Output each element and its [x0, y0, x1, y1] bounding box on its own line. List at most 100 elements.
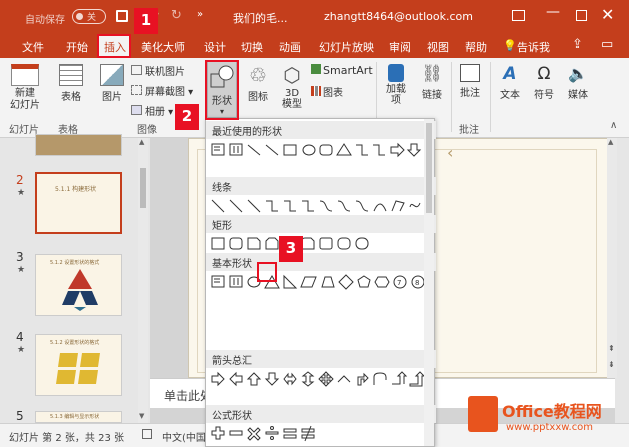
tab-beautify[interactable]: 美化大师 — [141, 39, 185, 55]
star-icon: ★ — [17, 345, 26, 355]
star-icon: ★ — [17, 265, 26, 275]
snip-single-corner-rect-shape — [247, 237, 261, 250]
editor-scrollbar[interactable]: ▲ ⇞ ⇟ — [607, 138, 617, 378]
online-image-icon — [131, 65, 142, 75]
scroll-up-icon[interactable]: ▲ — [139, 138, 144, 146]
table-button[interactable]: 表格 — [56, 64, 86, 103]
redo-icon[interactable]: ↻ — [171, 8, 182, 23]
autosave-label: 自动保存 — [25, 15, 65, 26]
left-up-arrow-shape — [392, 371, 408, 385]
rounded-rect-shape — [319, 144, 333, 156]
tab-view[interactable]: 视图 — [427, 39, 449, 55]
tab-design[interactable]: 设计 — [204, 39, 226, 55]
scroll-thumb[interactable] — [426, 123, 432, 213]
maximize-icon[interactable] — [576, 10, 587, 21]
link-button[interactable]: ⛓ 链接 — [418, 64, 446, 101]
share-icon[interactable]: ⇪ — [572, 37, 583, 52]
screenshot-label: 屏幕截图 — [145, 87, 185, 98]
close-icon[interactable]: ✕ — [601, 5, 614, 24]
addins-button[interactable]: 加载 项 — [382, 64, 410, 106]
collapse-ribbon-icon[interactable]: ∧ — [610, 120, 617, 131]
slide-thumbnail-2[interactable]: 5.1.1 构建形状 — [35, 172, 122, 234]
tab-help[interactable]: 帮助 — [465, 39, 487, 55]
document-title: 我们的毛... — [233, 12, 288, 25]
icons-button[interactable]: ♲ 图标 — [244, 64, 272, 103]
gallery-category-lines: 线条 — [206, 177, 436, 195]
gallery-category-rectangles: 矩形 — [206, 215, 436, 233]
save-icon[interactable] — [116, 10, 128, 22]
octagon-shape: 8 — [411, 275, 425, 289]
round-diagonal-rect-shape — [355, 237, 369, 250]
shapes-gallery: 最近使用的形状 { } 线条 矩形 — [205, 118, 436, 447]
scroll-up-icon[interactable]: ▲ — [608, 138, 613, 146]
chart-icon — [311, 86, 321, 96]
tab-review[interactable]: 审阅 — [389, 39, 411, 55]
tab-file[interactable]: 文件 — [22, 39, 44, 55]
minimize-icon[interactable]: — — [546, 4, 560, 20]
tab-animations[interactable]: 动画 — [279, 39, 301, 55]
image-button[interactable]: 图片 — [98, 64, 126, 103]
curved-double-arrow-shape — [355, 200, 369, 212]
album-icon — [131, 105, 142, 115]
quad-arrow-shape — [318, 371, 334, 387]
image-label: 图片 — [102, 92, 122, 103]
tab-home[interactable]: 开始 — [66, 39, 88, 55]
symbol-button[interactable]: Ω 符号 — [530, 64, 558, 101]
tab-transitions[interactable]: 切换 — [241, 39, 263, 55]
prev-slide-icon[interactable]: ⇞ — [608, 344, 615, 353]
heptagon-shape: 7 — [393, 275, 407, 289]
account-name[interactable]: zhangtt8464@outlook.com — [324, 10, 473, 23]
triangle-shape — [336, 143, 352, 156]
slide-thumbnail-5[interactable]: 5.1.3 编辑与显示形状 — [35, 411, 122, 423]
diamond-shape — [338, 274, 354, 290]
thumbnail-scrollbar[interactable]: ▲ ▼ — [138, 138, 148, 423]
rounded-rect-shape — [229, 237, 243, 250]
tab-slideshow[interactable]: 幻灯片放映 — [319, 39, 374, 55]
image-icon — [100, 64, 124, 86]
online-image-button[interactable]: 联机图片 — [131, 63, 185, 78]
pentagon-shape — [357, 275, 371, 288]
scroll-thumb[interactable] — [140, 168, 146, 208]
addins-icon — [388, 64, 404, 82]
double-arrow-line-shape — [247, 199, 261, 213]
slide-count: 幻灯片 第 2 张，共 23 张 — [9, 433, 124, 444]
more-commands-icon[interactable]: » — [197, 9, 203, 20]
parallelogram-shape — [300, 276, 317, 288]
gallery-category-formula: 公式形状 — [206, 405, 436, 423]
slide-2-title: 5.1.1 构建形状 — [55, 186, 97, 193]
slide-thumbnail-3[interactable]: 5.1.2 设置形状的格式 — [35, 254, 122, 316]
comments-icon[interactable]: ▭ — [601, 37, 613, 52]
bent-up-arrow-shape — [409, 371, 426, 387]
scroll-down-icon[interactable]: ▼ — [139, 412, 144, 420]
right-arrow-shape — [211, 371, 225, 387]
watermark-brand: Office教程网 — [502, 402, 602, 421]
autosave-toggle[interactable]: 关 — [72, 9, 106, 24]
slide-number-2: 2 — [16, 173, 24, 187]
3d-model-button[interactable]: ⬡ 3D 模型 — [278, 64, 306, 110]
table-label: 表格 — [61, 92, 81, 103]
album-button[interactable]: 相册 ▾ — [131, 103, 173, 118]
right-arrow-shape — [390, 142, 405, 158]
tab-tell-me[interactable]: 告诉我 — [517, 39, 550, 55]
ribbon-separator — [451, 62, 452, 132]
3d-model-label: 3D 模型 — [282, 88, 302, 110]
chart-button[interactable]: 图表 — [311, 84, 343, 99]
language-label[interactable]: 中文(中国 — [162, 429, 206, 444]
line-shape — [211, 199, 225, 213]
basic-shapes-rows: 7 8 10 12 [ ] { } [ ] { } — [211, 274, 425, 290]
comment-button[interactable]: 批注 — [456, 64, 484, 99]
slide-thumbnail-4[interactable]: 5.1.2 设置形状的格式 — [35, 334, 122, 396]
next-slide-icon[interactable]: ⇟ — [608, 360, 615, 369]
slide-number-3: 3 — [16, 250, 24, 264]
screenshot-button[interactable]: 屏幕截图 ▾ — [131, 83, 193, 98]
media-button[interactable]: 🔈 媒体 — [564, 64, 592, 101]
gallery-scrollbar[interactable] — [424, 119, 434, 446]
new-slide-button[interactable]: 新建 幻灯片 — [8, 64, 42, 112]
ribbon-display-icon[interactable] — [512, 10, 525, 21]
spellcheck-icon[interactable] — [142, 429, 152, 439]
slide-thumbnail-1[interactable] — [35, 134, 122, 156]
curved-connector-shape — [319, 200, 333, 212]
watermark: Office教程网 www.pptxxw.com — [466, 390, 626, 442]
text-button[interactable]: A 文本 — [496, 64, 524, 101]
smartart-button[interactable]: SmartArt — [311, 64, 373, 77]
